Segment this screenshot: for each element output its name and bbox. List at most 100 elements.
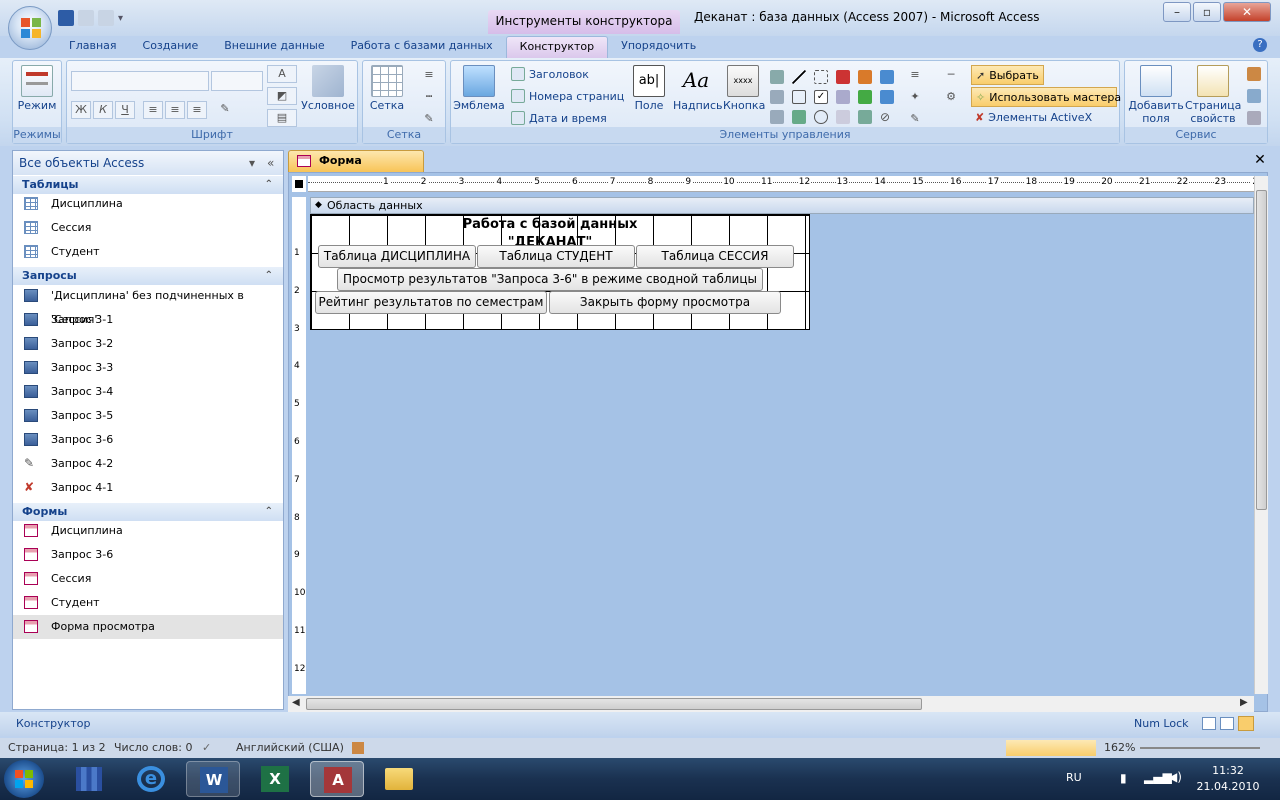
scroll-right-icon[interactable]: ▶ bbox=[1240, 697, 1248, 708]
checkbox-icon[interactable]: ✓ bbox=[814, 90, 828, 104]
label-button[interactable]: Aa Надпись bbox=[673, 65, 723, 112]
tab-external-data[interactable]: Внешние данные bbox=[211, 36, 337, 58]
form-view-icon[interactable] bbox=[1202, 717, 1216, 730]
nav-item-query[interactable]: Запрос 3-2 bbox=[13, 332, 283, 356]
subform-icon[interactable] bbox=[880, 70, 894, 84]
font-name-dropdown[interactable] bbox=[71, 71, 209, 91]
nav-item-table[interactable]: Сессия bbox=[13, 216, 283, 240]
taskbar-library-app[interactable] bbox=[62, 761, 116, 797]
bold-button[interactable]: Ж bbox=[71, 101, 91, 119]
italic-button[interactable]: К bbox=[93, 101, 113, 119]
font-color-icon[interactable]: A bbox=[267, 65, 297, 83]
nav-item-form[interactable]: Дисциплина bbox=[13, 519, 283, 543]
line-type-ctrl-icon[interactable]: ─ bbox=[941, 67, 961, 85]
image-icon[interactable] bbox=[858, 110, 872, 124]
vertical-scroll-thumb[interactable] bbox=[1256, 190, 1267, 510]
form-selector[interactable] bbox=[292, 176, 306, 192]
help-icon[interactable]: ? bbox=[1253, 38, 1267, 52]
session-table-button[interactable]: Таблица СЕССИЯ bbox=[636, 245, 794, 268]
redo-icon[interactable] bbox=[98, 10, 114, 26]
horizontal-scroll-thumb[interactable] bbox=[306, 698, 922, 710]
macro-icon[interactable] bbox=[352, 742, 364, 754]
underline-button[interactable]: Ч bbox=[115, 101, 135, 119]
scroll-left-icon[interactable]: ◀ bbox=[292, 697, 300, 708]
taskbar-word-app[interactable]: W bbox=[186, 761, 240, 797]
date-time-button[interactable]: Дата и время bbox=[511, 111, 607, 125]
command-button[interactable]: xxxx Кнопка bbox=[723, 65, 765, 112]
code-icon[interactable] bbox=[1247, 67, 1261, 81]
rating-button[interactable]: Рейтинг результатов по семестрам bbox=[315, 291, 547, 314]
bound-frame-icon[interactable] bbox=[792, 110, 806, 124]
nav-item-query[interactable]: ✎ Запрос 4-2 bbox=[13, 452, 283, 476]
zoom-slider[interactable] bbox=[1140, 747, 1260, 749]
language-indicator[interactable]: RU bbox=[1066, 771, 1082, 784]
minimize-button[interactable]: – bbox=[1163, 2, 1191, 22]
toggle-icon[interactable] bbox=[814, 70, 828, 84]
activex-button[interactable]: ✘ Элементы ActiveX bbox=[975, 111, 1092, 124]
design-view-icon[interactable] bbox=[1238, 716, 1254, 731]
listbox-icon[interactable] bbox=[770, 90, 784, 104]
conditional-format-button[interactable]: Условное bbox=[301, 65, 355, 112]
line-thickness-icon[interactable]: ≡ bbox=[419, 67, 439, 85]
student-table-button[interactable]: Таблица СТУДЕНТ bbox=[477, 245, 635, 268]
combobox-icon[interactable] bbox=[770, 110, 784, 124]
option-group-icon[interactable] bbox=[836, 70, 850, 84]
logo-button[interactable]: Эмблема bbox=[453, 65, 505, 112]
taskbar-ie-app[interactable]: e bbox=[124, 761, 178, 797]
view-code-icon[interactable] bbox=[1247, 89, 1261, 103]
taskbar-access-app[interactable]: A bbox=[310, 761, 364, 797]
format-painter-icon[interactable]: ✎ bbox=[215, 101, 235, 119]
close-form-button[interactable]: Закрыть форму просмотра bbox=[549, 291, 781, 314]
chart-icon[interactable] bbox=[858, 70, 872, 84]
tab-design[interactable]: Конструктор bbox=[505, 36, 609, 58]
page-numbers-button[interactable]: Номера страниц bbox=[511, 89, 624, 103]
section-selector[interactable] bbox=[292, 197, 306, 214]
nav-item-form-selected[interactable]: Форма просмотра bbox=[13, 615, 283, 639]
nav-section-queries[interactable]: Запросы ⌃ bbox=[13, 267, 283, 285]
taskbar-excel-app[interactable]: X bbox=[248, 761, 302, 797]
layout-view-icon[interactable] bbox=[1220, 717, 1234, 730]
special-effect-icon[interactable]: ✦ bbox=[905, 89, 925, 107]
tab-control-icon[interactable] bbox=[770, 70, 784, 84]
save-icon[interactable] bbox=[58, 10, 74, 26]
nav-item-query[interactable]: Запрос 3-4 bbox=[13, 380, 283, 404]
select-button[interactable]: ➚ Выбрать bbox=[971, 65, 1044, 85]
page-break-icon[interactable] bbox=[836, 110, 850, 124]
tray-network-icon[interactable]: ▮ bbox=[1120, 771, 1127, 785]
close-button[interactable]: ✕ bbox=[1223, 2, 1271, 22]
shutter-bar-icon[interactable]: « bbox=[267, 151, 274, 175]
taskbar-explorer-app[interactable] bbox=[372, 761, 426, 797]
spellcheck-icon[interactable]: ✓ bbox=[202, 738, 211, 758]
office-button[interactable] bbox=[8, 6, 52, 50]
pivot-view-button[interactable]: Просмотр результатов "Запроса 3-6" в реж… bbox=[337, 268, 763, 291]
vertical-scrollbar[interactable] bbox=[1254, 176, 1268, 694]
nav-item-query[interactable]: Запрос 3-3 bbox=[13, 356, 283, 380]
nav-item-table[interactable]: Студент bbox=[13, 240, 283, 264]
maximize-button[interactable]: ▫ bbox=[1193, 2, 1221, 22]
properties-tools-icon[interactable]: ⚙ bbox=[941, 89, 961, 107]
nav-item-query[interactable]: Запрос 3-6 bbox=[13, 428, 283, 452]
undo-icon[interactable] bbox=[78, 10, 94, 26]
tab-arrange[interactable]: Упорядочить bbox=[608, 36, 709, 58]
use-wizards-button[interactable]: ✧ Использовать мастера bbox=[971, 87, 1121, 107]
nav-item-query[interactable]: Запрос 3-5 bbox=[13, 404, 283, 428]
tab-order-icon[interactable] bbox=[1247, 111, 1261, 125]
nav-item-form[interactable]: Запрос 3-6 bbox=[13, 543, 283, 567]
detail-section-bar[interactable]: ◆ Область данных bbox=[310, 197, 1254, 214]
align-center-icon[interactable]: ≡ bbox=[165, 101, 185, 119]
line-type-icon[interactable]: ┅ bbox=[419, 89, 439, 107]
close-document-icon[interactable]: ✕ bbox=[1252, 152, 1268, 168]
paperclip-icon[interactable]: ⊘ bbox=[880, 110, 894, 124]
font-size-dropdown[interactable] bbox=[211, 71, 263, 91]
nav-item-query[interactable]: Запрос 3-1 bbox=[13, 308, 283, 332]
document-tab[interactable]: Форма просмотра bbox=[288, 150, 424, 187]
nav-item-form[interactable]: Студент bbox=[13, 591, 283, 615]
align-right-icon[interactable]: ≡ bbox=[187, 101, 207, 119]
tab-home[interactable]: Главная bbox=[56, 36, 130, 58]
line-color-icon[interactable]: ▤ bbox=[267, 109, 297, 127]
title-button[interactable]: Заголовок bbox=[511, 67, 589, 81]
view-button[interactable]: Режим bbox=[17, 65, 57, 112]
fill-color-icon[interactable]: ◩ bbox=[267, 87, 297, 105]
unbound-frame-icon[interactable] bbox=[836, 90, 850, 104]
nav-item-table[interactable]: Дисциплина bbox=[13, 192, 283, 216]
